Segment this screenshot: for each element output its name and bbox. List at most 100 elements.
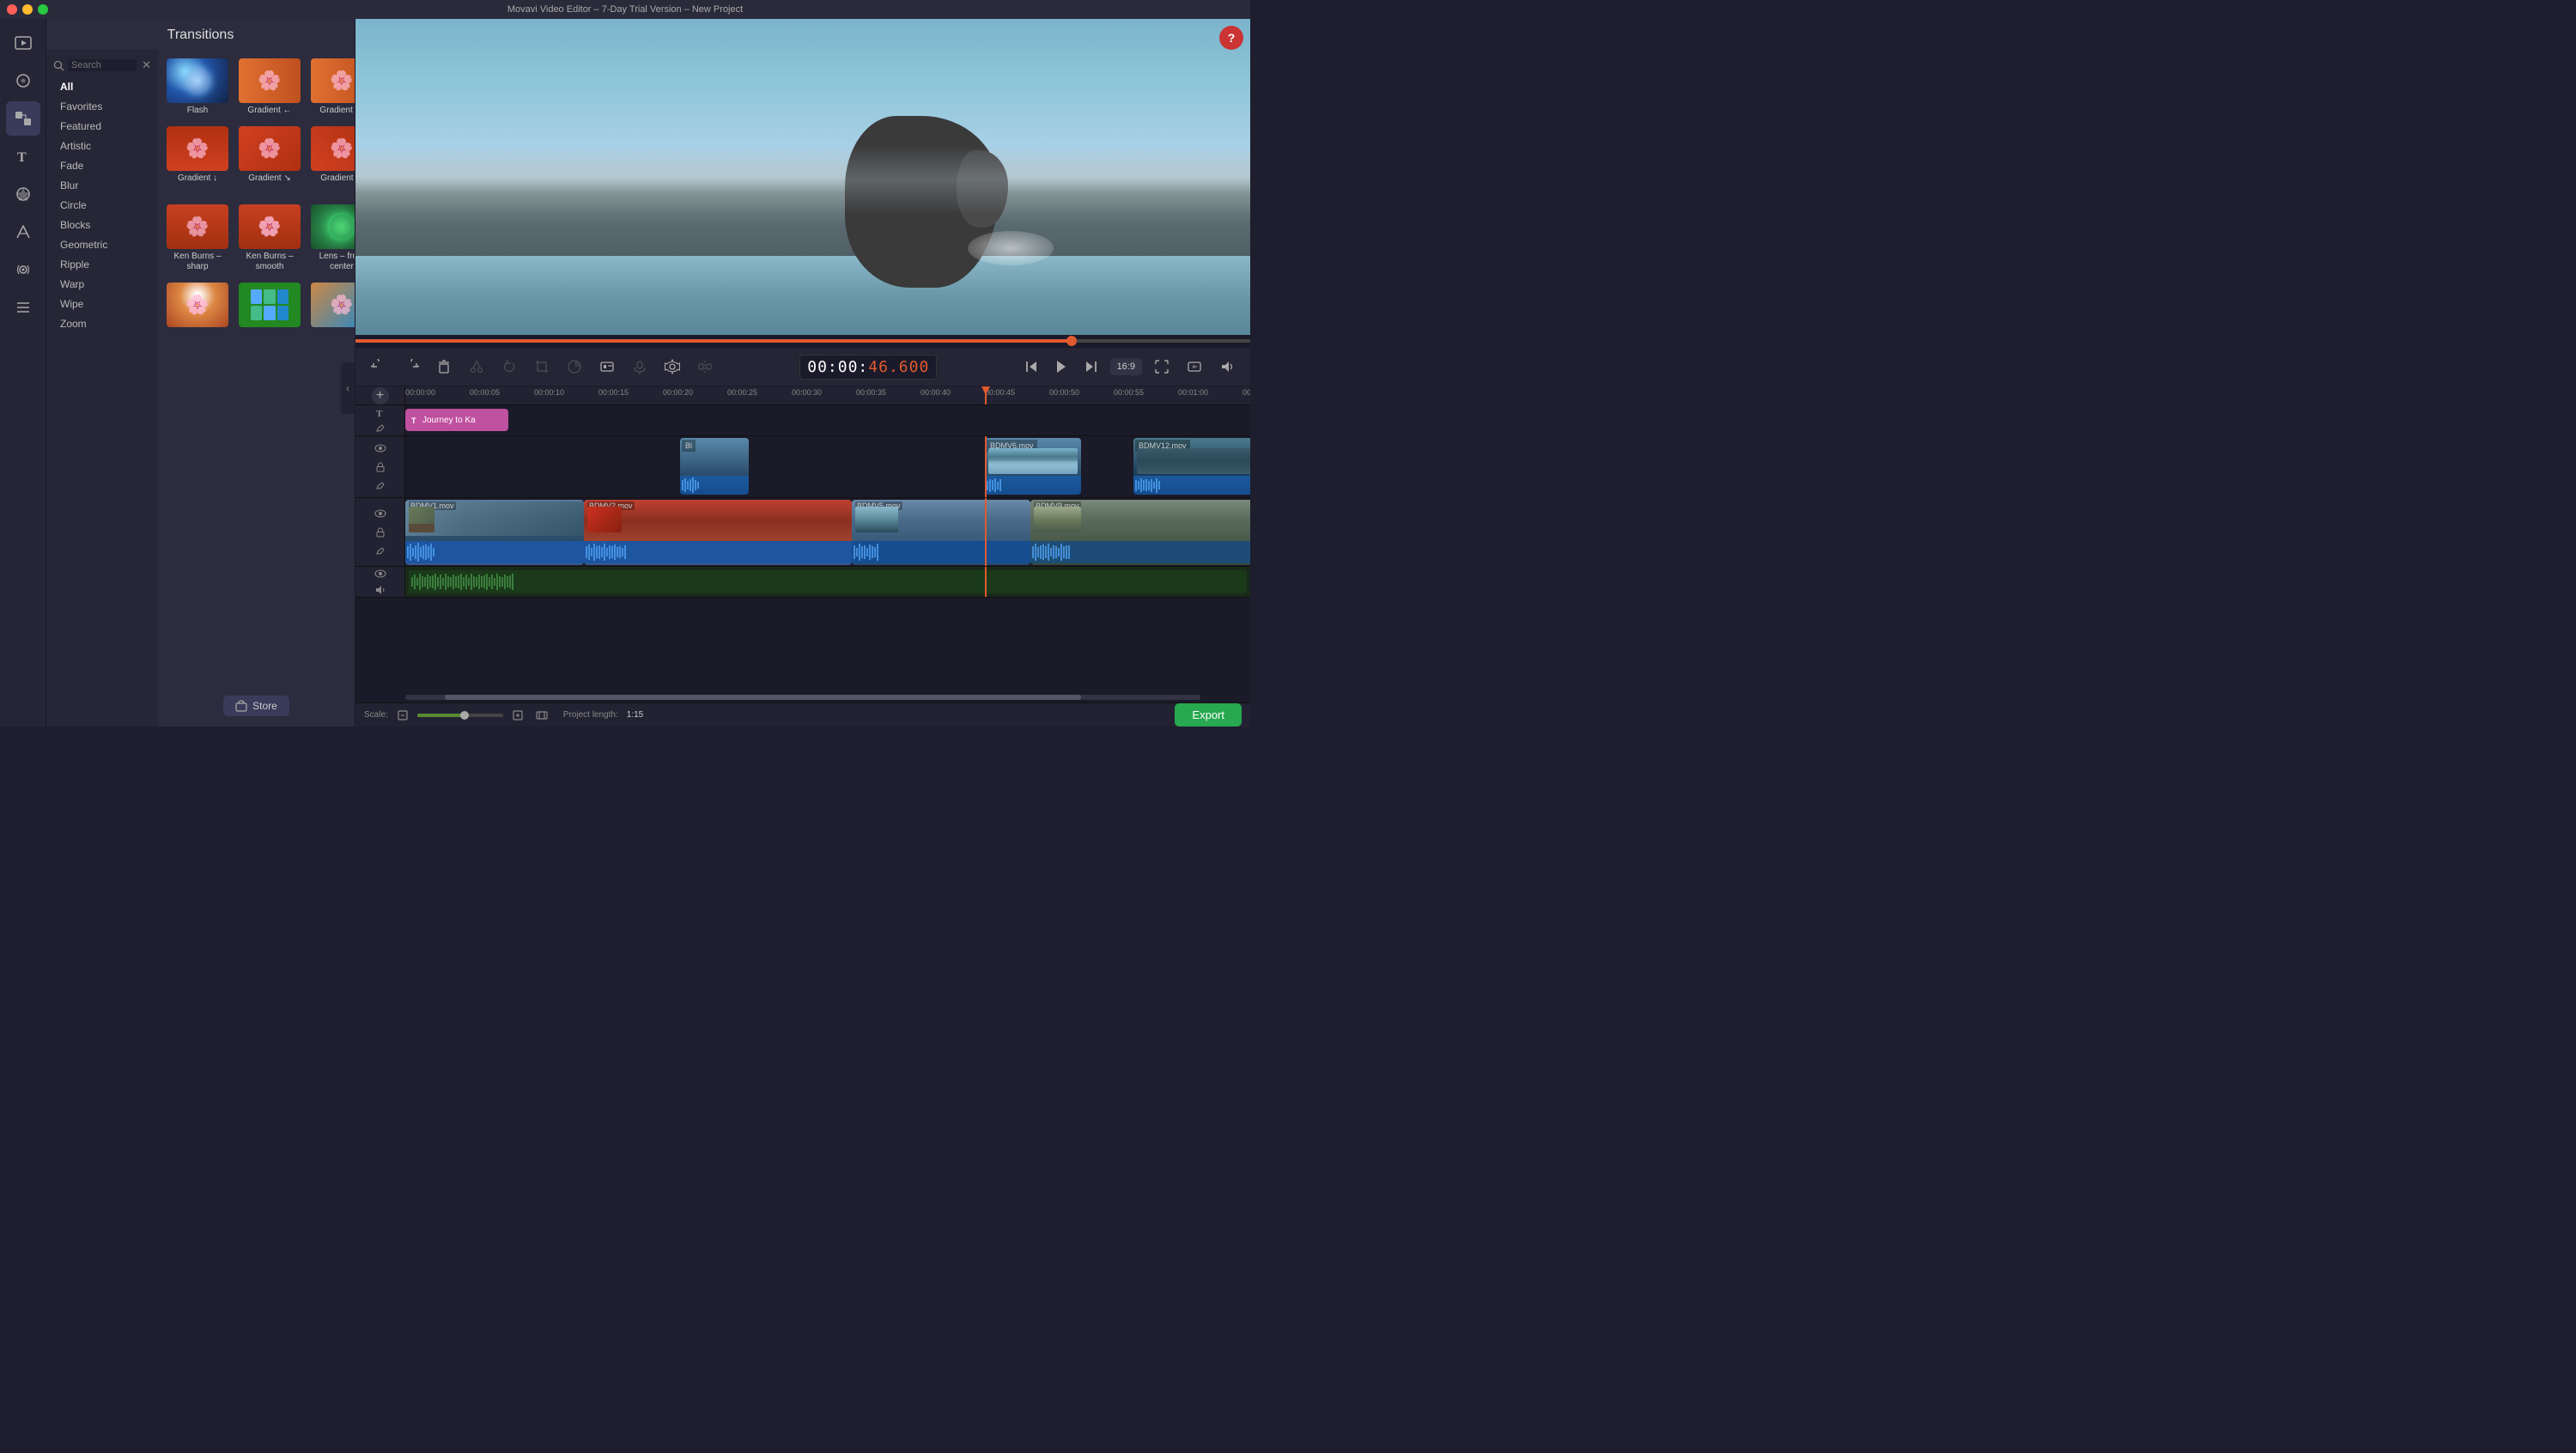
transition-extra2[interactable] [237,281,302,331]
audio-mute-icon[interactable] [373,584,388,598]
progress-bar-container[interactable] [355,335,1250,347]
sidebar-item-audio[interactable] [6,252,40,287]
search-icon [53,60,64,71]
redo-button[interactable] [398,354,424,380]
search-clear-button[interactable]: ✕ [142,58,151,72]
category-wipe[interactable]: Wipe [50,295,155,313]
transition-kb-sharp[interactable]: 🌸 Ken Burns – sharp [165,203,230,274]
category-fade[interactable]: Fade [50,156,155,175]
volume-button[interactable] [1214,354,1240,380]
category-featured[interactable]: Featured [50,117,155,136]
timeline-ruler-row: + 00:00:00 00:00:05 00:00:10 00:00:15 00… [355,386,1250,405]
ruler-time-5: 00:00:05 [470,388,500,397]
split-button[interactable] [692,354,718,380]
category-favorites[interactable]: Favorites [50,97,155,116]
title-track-edit-icon[interactable] [373,423,388,436]
fullscreen-preview-button[interactable] [1149,354,1175,380]
skip-back-button[interactable] [1019,354,1045,380]
category-warp[interactable]: Warp [50,275,155,294]
scale-slider-fill [417,714,465,717]
video-clip-bdmv6[interactable]: BDMV6.mov [985,438,1081,495]
video-clip-bdmv12[interactable]: BDMV12.mov [1133,438,1250,495]
category-geometric[interactable]: Geometric [50,235,155,254]
ruler-time-55: 00:00:55 [1114,388,1144,397]
transition-lens-center[interactable]: Lens – from center [309,203,355,274]
add-track-button[interactable]: + [372,387,389,404]
sidebar-item-equalizer[interactable] [6,290,40,325]
lock-icon[interactable] [373,459,388,475]
transitions-body: ✕ All Favorites Featured Artistic Fade B… [46,50,355,726]
store-label: Store [252,700,277,712]
category-all[interactable]: All [50,77,155,96]
sidebar-item-motion[interactable] [6,215,40,249]
audio-button[interactable] [627,354,653,380]
minimize-button[interactable] [22,4,33,15]
progress-handle[interactable] [1066,336,1077,346]
ruler-time-35: 00:00:35 [856,388,886,397]
timeline-fit-icon[interactable] [536,709,548,721]
media-button[interactable] [594,354,620,380]
transitions-panel: Transitions ✕ All Favorites Featured Art… [46,19,355,726]
video-clip-bdmv2-main[interactable]: BDMV2.mov [584,500,852,565]
transition-gradient-diag2-label: Gradient ↗ [320,173,355,184]
transition-flash[interactable]: Flash [165,57,230,118]
rotate-button[interactable] [496,354,522,380]
category-blur[interactable]: Blur [50,176,155,195]
edit-icon[interactable] [373,478,388,494]
sidebar-item-transitions[interactable] [6,101,40,136]
sidebar-item-media[interactable] [6,26,40,60]
timeline-scrollbar-thumb[interactable] [445,695,1081,700]
export-button[interactable]: Export [1175,703,1242,726]
category-ripple[interactable]: Ripple [50,255,155,274]
scale-slider[interactable] [417,714,503,717]
title-clip[interactable]: T Journey to Ka [405,409,508,431]
video-clip-bl[interactable]: Bl [680,438,749,495]
cut-button[interactable] [464,354,489,380]
category-blocks[interactable]: Blocks [50,216,155,234]
sidebar-item-text[interactable]: T [6,139,40,173]
store-button[interactable]: Store [223,696,289,716]
video-clip-bdmv5-main[interactable]: BDMV5.mov [852,500,1030,565]
fullscreen-button[interactable] [1182,354,1207,380]
transition-gradient-down[interactable]: 🌸 Gradient ↓ [165,125,230,196]
close-button[interactable] [7,4,17,15]
main-lock-icon[interactable] [373,525,388,540]
crop-button[interactable] [529,354,555,380]
search-input[interactable] [68,59,137,71]
sidebar-item-effects[interactable] [6,64,40,98]
timeline-scrollbar[interactable] [355,692,1250,702]
transition-gradient-right[interactable]: 🌸 Gradient → [309,57,355,118]
delete-button[interactable] [431,354,457,380]
video-scene [355,19,1250,335]
settings-button[interactable] [659,354,685,380]
transition-gradient-diag1-label: Gradient ↘ [248,173,291,184]
undo-button[interactable] [366,354,392,380]
sidebar-item-filters[interactable] [6,177,40,211]
category-artistic[interactable]: Artistic [50,137,155,155]
transition-gradient-left[interactable]: 🌸 Gradient ← [237,57,302,118]
aspect-ratio-button[interactable]: 16:9 [1110,358,1142,375]
transition-gradient-diag2[interactable]: 🌸 Gradient ↗ [309,125,355,196]
transition-gradient-right-label: Gradient → [319,106,355,116]
skip-forward-button[interactable] [1078,354,1103,380]
transition-extra3[interactable]: 🌸 [309,281,355,331]
main-visibility-icon[interactable] [373,506,388,521]
main-edit-icon[interactable] [373,544,388,559]
category-circle[interactable]: Circle [50,196,155,215]
transition-gradient-diag1[interactable]: 🌸 Gradient ↘ [237,125,302,196]
category-zoom[interactable]: Zoom [50,314,155,333]
color-button[interactable] [562,354,587,380]
scale-slider-handle[interactable] [460,711,469,720]
maximize-button[interactable] [38,4,48,15]
visibility-icon[interactable] [373,441,388,456]
play-button[interactable] [1048,354,1074,380]
help-button[interactable]: ? [1219,26,1243,50]
video-clip-bdmv9-main[interactable]: BDMV9.mov [1030,500,1250,565]
video-clip-bdmv1-main[interactable]: BDMV1.mov [405,500,584,565]
collapse-panel-button[interactable]: ‹ [341,362,355,414]
traffic-lights [7,4,48,15]
audio-visibility-icon[interactable] [373,567,388,581]
transition-extra1[interactable]: 🌸 [165,281,230,331]
ruler-time-0: 00:00:00 [405,388,435,397]
transition-kb-smooth[interactable]: 🌸 Ken Burns – smooth [237,203,302,274]
